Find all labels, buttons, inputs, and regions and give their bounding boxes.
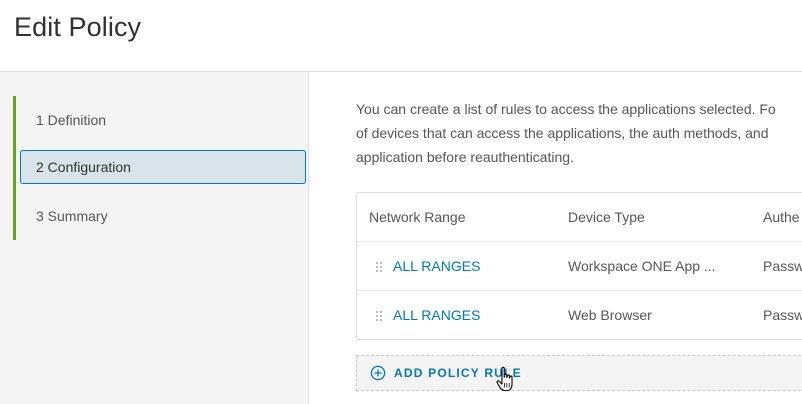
main-content: You can create a list of rules to access…: [309, 72, 802, 404]
network-range-link[interactable]: ALL RANGES: [393, 291, 480, 339]
hand-pointer-cursor-icon: [496, 366, 513, 392]
intro-line: You can create a list of rules to access…: [356, 101, 776, 117]
page-title: Edit Policy: [14, 12, 142, 42]
intro-line: application before reauthenticating.: [356, 149, 574, 165]
column-header-auth-methods[interactable]: Authe: [763, 193, 802, 241]
device-type-cell: Workspace ONE App ...: [568, 258, 716, 274]
drag-handle-icon[interactable]: [376, 311, 382, 321]
step-summary[interactable]: 3 Summary: [20, 199, 306, 233]
table-header-row: Network Range Device Type Authe: [357, 193, 802, 242]
auth-method-cell: Passw: [763, 258, 802, 274]
table-row: ALL RANGES Workspace ONE App ... Passw: [357, 242, 802, 291]
intro-line: of devices that can access the applicati…: [356, 125, 769, 141]
table-row: ALL RANGES Web Browser Passw: [357, 291, 802, 340]
step-progress-bar: [13, 96, 16, 240]
step-definition[interactable]: 1 Definition: [20, 103, 306, 137]
network-range-link[interactable]: ALL RANGES: [393, 242, 480, 290]
add-policy-rule-button[interactable]: ADD POLICY RULE: [356, 355, 802, 391]
step-configuration[interactable]: 2 Configuration: [20, 150, 306, 184]
auth-method-cell: Passw: [763, 307, 802, 323]
intro-text: You can create a list of rules to access…: [356, 97, 802, 169]
policy-rules-table: Network Range Device Type Authe ALL RANG…: [356, 192, 802, 340]
plus-circle-icon: [370, 365, 386, 381]
drag-handle-icon[interactable]: [376, 262, 382, 272]
column-header-network-range[interactable]: Network Range: [369, 193, 466, 241]
column-header-device-type[interactable]: Device Type: [568, 193, 645, 241]
page-header: Edit Policy: [0, 0, 802, 72]
wizard-sidebar: 1 Definition 2 Configuration 3 Summary: [0, 72, 309, 404]
device-type-cell: Web Browser: [568, 307, 652, 323]
